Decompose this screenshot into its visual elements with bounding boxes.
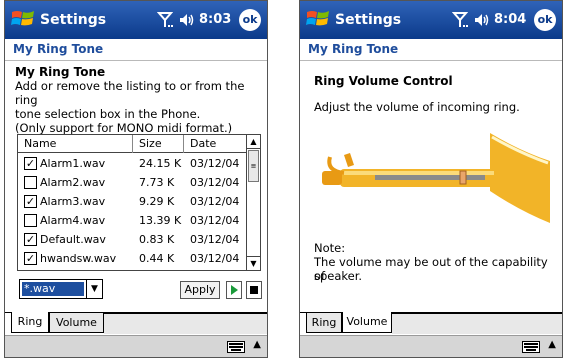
chevron-down-icon[interactable]: ▼ — [86, 280, 102, 298]
tab-strip-fill — [104, 313, 267, 334]
stop-icon — [250, 286, 258, 294]
description-line: Add or remove the listing to or from the… — [15, 79, 245, 107]
row-checkbox[interactable]: ✓ — [24, 157, 37, 170]
description-line: (Only support for MONO midi format.) — [15, 121, 233, 135]
row-checkbox[interactable] — [24, 176, 37, 189]
table-row[interactable]: ✓ Alarm3.wav 9.29 K 03/12/04 — [18, 192, 247, 211]
scroll-thumb[interactable]: ≡ — [248, 150, 259, 182]
sip-arrow-icon[interactable]: ▲ — [548, 339, 556, 350]
section-heading: My Ring Tone — [15, 65, 106, 79]
cell-size: 24.15 K — [139, 157, 182, 170]
cell-name: Alarm1.wav — [40, 157, 106, 170]
tab-strip-fill — [392, 313, 562, 334]
speaker-volume-icon[interactable] — [474, 12, 490, 28]
command-bar: ▲ — [5, 335, 267, 357]
command-bar: ▲ — [300, 335, 562, 357]
stop-button[interactable] — [246, 281, 262, 299]
section-heading: Ring Volume Control — [314, 74, 453, 88]
title-bar: Settings 8:03 ok — [5, 1, 267, 39]
scroll-down-icon[interactable]: ▼ — [247, 256, 260, 270]
volume-slider-thumb — [459, 170, 467, 185]
ring-tone-screen: Settings 8:03 ok My Ring Tone My Ring To… — [4, 0, 268, 358]
cell-name: Alarm2.wav — [40, 176, 106, 189]
cell-name: Alarm3.wav — [40, 195, 106, 208]
sip-arrow-icon[interactable]: ▲ — [253, 339, 261, 350]
windows-flag-icon[interactable] — [305, 7, 331, 31]
window-title: Settings — [40, 12, 107, 28]
cell-date: 03/12/04 — [190, 176, 240, 189]
list-header: Name Size Date — [18, 135, 247, 153]
table-row[interactable]: Alarm2.wav 7.73 K 03/12/04 — [18, 173, 247, 192]
tab-strip: Ring Volume — [5, 312, 267, 334]
volume-slider-track — [375, 175, 485, 180]
table-row[interactable]: ✓ Default.wav 0.83 K 03/12/04 — [18, 230, 247, 249]
note-label: Note: — [314, 241, 346, 255]
row-checkbox[interactable]: ✓ — [24, 195, 37, 208]
table-row[interactable]: ✓ Alarm1.wav 24.15 K 03/12/04 — [18, 154, 247, 173]
cell-date: 03/12/04 — [190, 157, 240, 170]
column-header-date[interactable]: Date — [184, 135, 247, 153]
description-line: tone selection box in the Phone. — [15, 107, 201, 121]
cell-size: 0.83 K — [139, 233, 175, 246]
clock[interactable]: 8:03 — [199, 12, 231, 27]
ok-button[interactable]: ok — [239, 9, 261, 31]
ring-volume-slider[interactable] — [320, 131, 552, 231]
ok-button[interactable]: ok — [534, 9, 556, 31]
title-bar: Settings 8:04 ok — [300, 1, 562, 39]
keyboard-icon[interactable] — [522, 340, 540, 354]
cell-size: 7.73 K — [139, 176, 175, 189]
cell-name: Alarm4.wav — [40, 214, 106, 227]
tab-strip: Ring Volume — [300, 312, 562, 334]
windows-flag-icon[interactable] — [10, 7, 36, 31]
scrollbar[interactable]: ▲ ≡ ▼ — [246, 135, 260, 270]
tab-volume[interactable]: Volume — [342, 312, 392, 333]
keyboard-icon[interactable] — [227, 340, 245, 354]
column-header-name[interactable]: Name — [18, 135, 133, 153]
play-icon — [231, 285, 238, 295]
row-checkbox[interactable] — [24, 214, 37, 227]
ring-volume-screen: Settings 8:04 ok My Ring Tone Ring Volum… — [299, 0, 563, 358]
signal-icon[interactable] — [452, 11, 468, 29]
cell-name: hwandsw.wav — [40, 252, 117, 265]
page-subheader: My Ring Tone — [300, 39, 562, 61]
column-header-size[interactable]: Size — [133, 135, 184, 153]
cell-size: 9.29 K — [139, 195, 175, 208]
clock[interactable]: 8:04 — [494, 12, 526, 27]
speaker-volume-icon[interactable] — [179, 12, 195, 28]
cell-date: 03/12/04 — [190, 252, 240, 265]
table-row[interactable]: Alarm4.wav 13.39 K 03/12/04 — [18, 211, 247, 230]
signal-icon[interactable] — [157, 11, 173, 29]
table-row[interactable]: ✓ hwandsw.wav 0.44 K 03/12/04 — [18, 249, 247, 268]
apply-button[interactable]: Apply — [180, 281, 220, 299]
scroll-up-icon[interactable]: ▲ — [247, 135, 260, 149]
ringtone-list[interactable]: Name Size Date ✓ Alarm1.wav 24.15 K 03/12/0… — [17, 134, 261, 271]
tab-ring[interactable]: Ring — [306, 312, 342, 333]
page-subheader: My Ring Tone — [5, 39, 267, 61]
file-filter-dropdown[interactable]: *.wav ▼ — [19, 279, 103, 299]
tab-volume[interactable]: Volume — [49, 312, 104, 333]
cell-date: 03/12/04 — [190, 214, 240, 227]
cell-date: 03/12/04 — [190, 233, 240, 246]
tab-ring[interactable]: Ring — [11, 312, 49, 333]
content-area: My Ring Tone Add or remove the listing t… — [15, 62, 259, 135]
cell-size: 0.44 K — [139, 252, 175, 265]
description: Adjust the volume of incoming ring. — [314, 100, 520, 114]
note-line: speaker. — [314, 269, 363, 283]
row-checkbox[interactable]: ✓ — [24, 252, 37, 265]
cell-size: 13.39 K — [139, 214, 182, 227]
cell-name: Default.wav — [40, 233, 106, 246]
window-title: Settings — [335, 12, 402, 28]
play-button[interactable] — [226, 281, 242, 299]
cell-date: 03/12/04 — [190, 195, 240, 208]
file-filter-value: *.wav — [22, 282, 84, 296]
row-checkbox[interactable]: ✓ — [24, 233, 37, 246]
